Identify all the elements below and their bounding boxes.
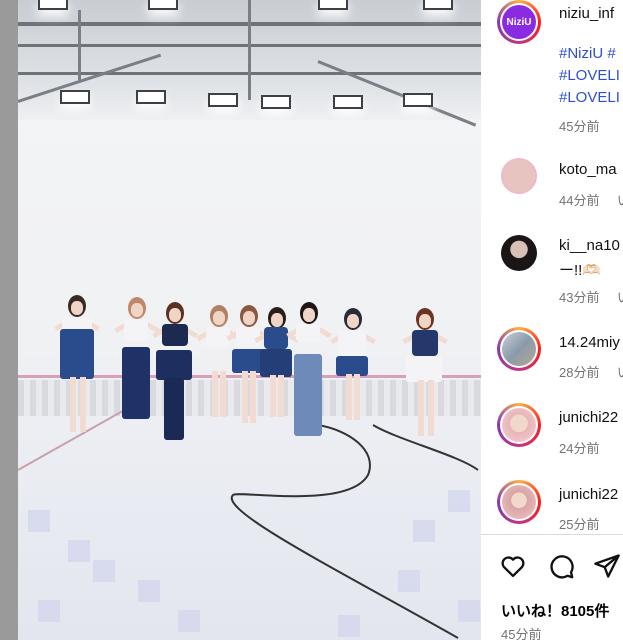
ceiling-light: [38, 0, 68, 10]
comment-timestamp: 44分前: [559, 193, 600, 208]
ceiling-light: [318, 0, 348, 10]
reply-button[interactable]: い: [617, 362, 623, 381]
ceiling-beam: [248, 0, 251, 100]
comment-username[interactable]: 14.24miy: [559, 334, 620, 351]
comment-avatar[interactable]: [501, 235, 537, 271]
ceiling-light: [208, 93, 238, 107]
sparkle-effect: [38, 600, 60, 622]
ceiling-light: [333, 95, 363, 109]
sparkle-effect: [338, 615, 360, 637]
comment-avatar[interactable]: [501, 158, 537, 194]
caption-timestamp[interactable]: 45分前: [559, 116, 599, 135]
sparkle-effect: [448, 490, 470, 512]
comments-panel: NiziU niziu_inf #NiziU # #LOVELI #LOVELI…: [481, 0, 623, 640]
comment-avatar[interactable]: [497, 480, 541, 524]
comment-username[interactable]: ki__na10: [559, 237, 620, 254]
niziu-logo: NiziU: [502, 5, 536, 39]
ceiling-light: [261, 95, 291, 109]
comment-icon[interactable]: [547, 552, 575, 580]
sparkle-effect: [68, 540, 90, 562]
ceiling-beam: [78, 10, 81, 80]
reply-button[interactable]: い: [617, 287, 623, 306]
sparkle-effect: [458, 600, 480, 622]
likes-count[interactable]: いいね！8105件: [501, 600, 609, 621]
post-timestamp[interactable]: 45分前: [501, 624, 541, 640]
sparkle-effect: [138, 580, 160, 602]
sparkle-effect: [93, 560, 115, 582]
ceiling-light: [60, 90, 90, 104]
sparkle-effect: [413, 520, 435, 542]
caption-hashtag[interactable]: #NiziU #: [559, 45, 616, 62]
comment-avatar[interactable]: [497, 403, 541, 447]
comment-timestamp: 28分前: [559, 365, 600, 380]
comment-username[interactable]: junichi22: [559, 486, 618, 503]
window-edge: [0, 0, 18, 640]
comment-timestamp: 43分前: [559, 290, 600, 305]
comment-username[interactable]: koto_ma: [559, 161, 617, 178]
ceiling-light: [423, 0, 453, 10]
sparkle-effect: [178, 610, 200, 632]
comment-avatar[interactable]: [497, 327, 541, 371]
caption-hashtag[interactable]: #LOVELI: [559, 89, 620, 106]
post-author-avatar[interactable]: NiziU: [497, 0, 541, 44]
sparkle-effect: [28, 510, 50, 532]
comment-text: ー!!🫶🏻: [559, 262, 602, 279]
comment-timestamp: 24分前: [559, 441, 600, 456]
ceiling-light: [148, 0, 178, 10]
heart-icon[interactable]: [499, 552, 527, 580]
post-author-username[interactable]: niziu_inf: [559, 5, 614, 22]
post-video[interactable]: [18, 0, 481, 640]
ceiling-light: [136, 90, 166, 104]
comment-username[interactable]: junichi22: [559, 409, 618, 426]
actions-divider: [481, 534, 623, 535]
share-icon[interactable]: [593, 552, 621, 580]
ceiling-light: [403, 93, 433, 107]
sparkle-effect: [398, 570, 420, 592]
caption-hashtag[interactable]: #LOVELI: [559, 67, 620, 84]
reply-button[interactable]: い: [617, 190, 623, 209]
comment-timestamp: 25分前: [559, 517, 600, 532]
